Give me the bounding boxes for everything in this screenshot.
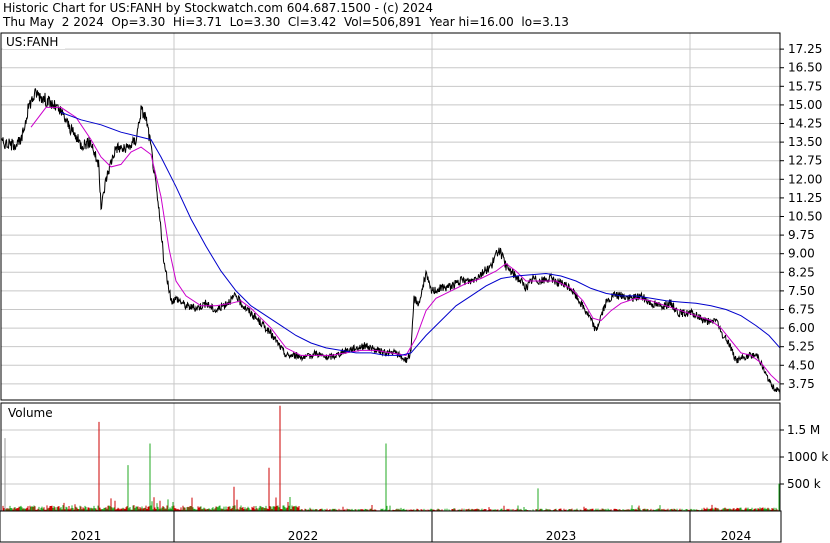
y-tick-label: 11.25 [788, 191, 822, 205]
x-axis-band [0, 510, 782, 543]
close-price-line [0, 88, 781, 395]
y-tick-label: 16.50 [788, 61, 822, 75]
x-tick-label: 2022 [288, 529, 319, 543]
y-tick-label: 8.25 [788, 265, 815, 279]
volume-y-axis: 1.5 M 1000 k 500 k [780, 423, 828, 491]
y-tick-label: 13.50 [788, 135, 822, 149]
y-tick-label: 14.25 [788, 117, 822, 131]
stock-chart: Historic Chart for US:FANH by Stockwatch… [0, 0, 830, 543]
volume-grid [1, 429, 780, 485]
y-tick-label: 12.00 [788, 172, 822, 186]
price-y-axis: 17.25 16.50 15.75 15.00 14.25 13.50 12.75 12.00… [780, 42, 822, 391]
y-tick-label: 4.50 [788, 358, 815, 372]
y-tick-label: 6.75 [788, 302, 815, 316]
price-panel-label: US:FANH [6, 35, 58, 49]
y-tick-label: 6.00 [788, 321, 815, 335]
y-tick-label: 17.25 [788, 42, 822, 56]
x-tick-label: 2024 [721, 529, 752, 543]
x-tick-label: 2023 [546, 529, 577, 543]
y-tick-label: 10.50 [788, 210, 822, 224]
volume-bars [2, 405, 781, 511]
y-tick-label: 5.25 [788, 340, 815, 354]
price-grid [1, 33, 780, 511]
y-tick-label: 12.75 [788, 154, 822, 168]
volume-tick-label: 500 k [787, 477, 821, 491]
ma-long-line [60, 111, 781, 356]
chart-canvas: US:FANH Volume 17.25 16.50 15.75 15.00 14.25… [0, 32, 828, 543]
y-tick-label: 9.75 [788, 228, 815, 242]
y-tick-label: 3.75 [788, 377, 815, 391]
y-tick-label: 9.00 [788, 247, 815, 261]
y-tick-label: 15.75 [788, 79, 822, 93]
x-tick-label: 2021 [71, 529, 102, 543]
volume-tick-label: 1000 k [787, 450, 828, 464]
ma-short-line [30, 106, 780, 383]
volume-panel-label: Volume [8, 406, 53, 420]
y-tick-label: 7.50 [788, 284, 815, 298]
volume-tick-label: 1.5 M [787, 423, 820, 437]
y-tick-label: 15.00 [788, 98, 822, 112]
price-lines [0, 88, 781, 395]
